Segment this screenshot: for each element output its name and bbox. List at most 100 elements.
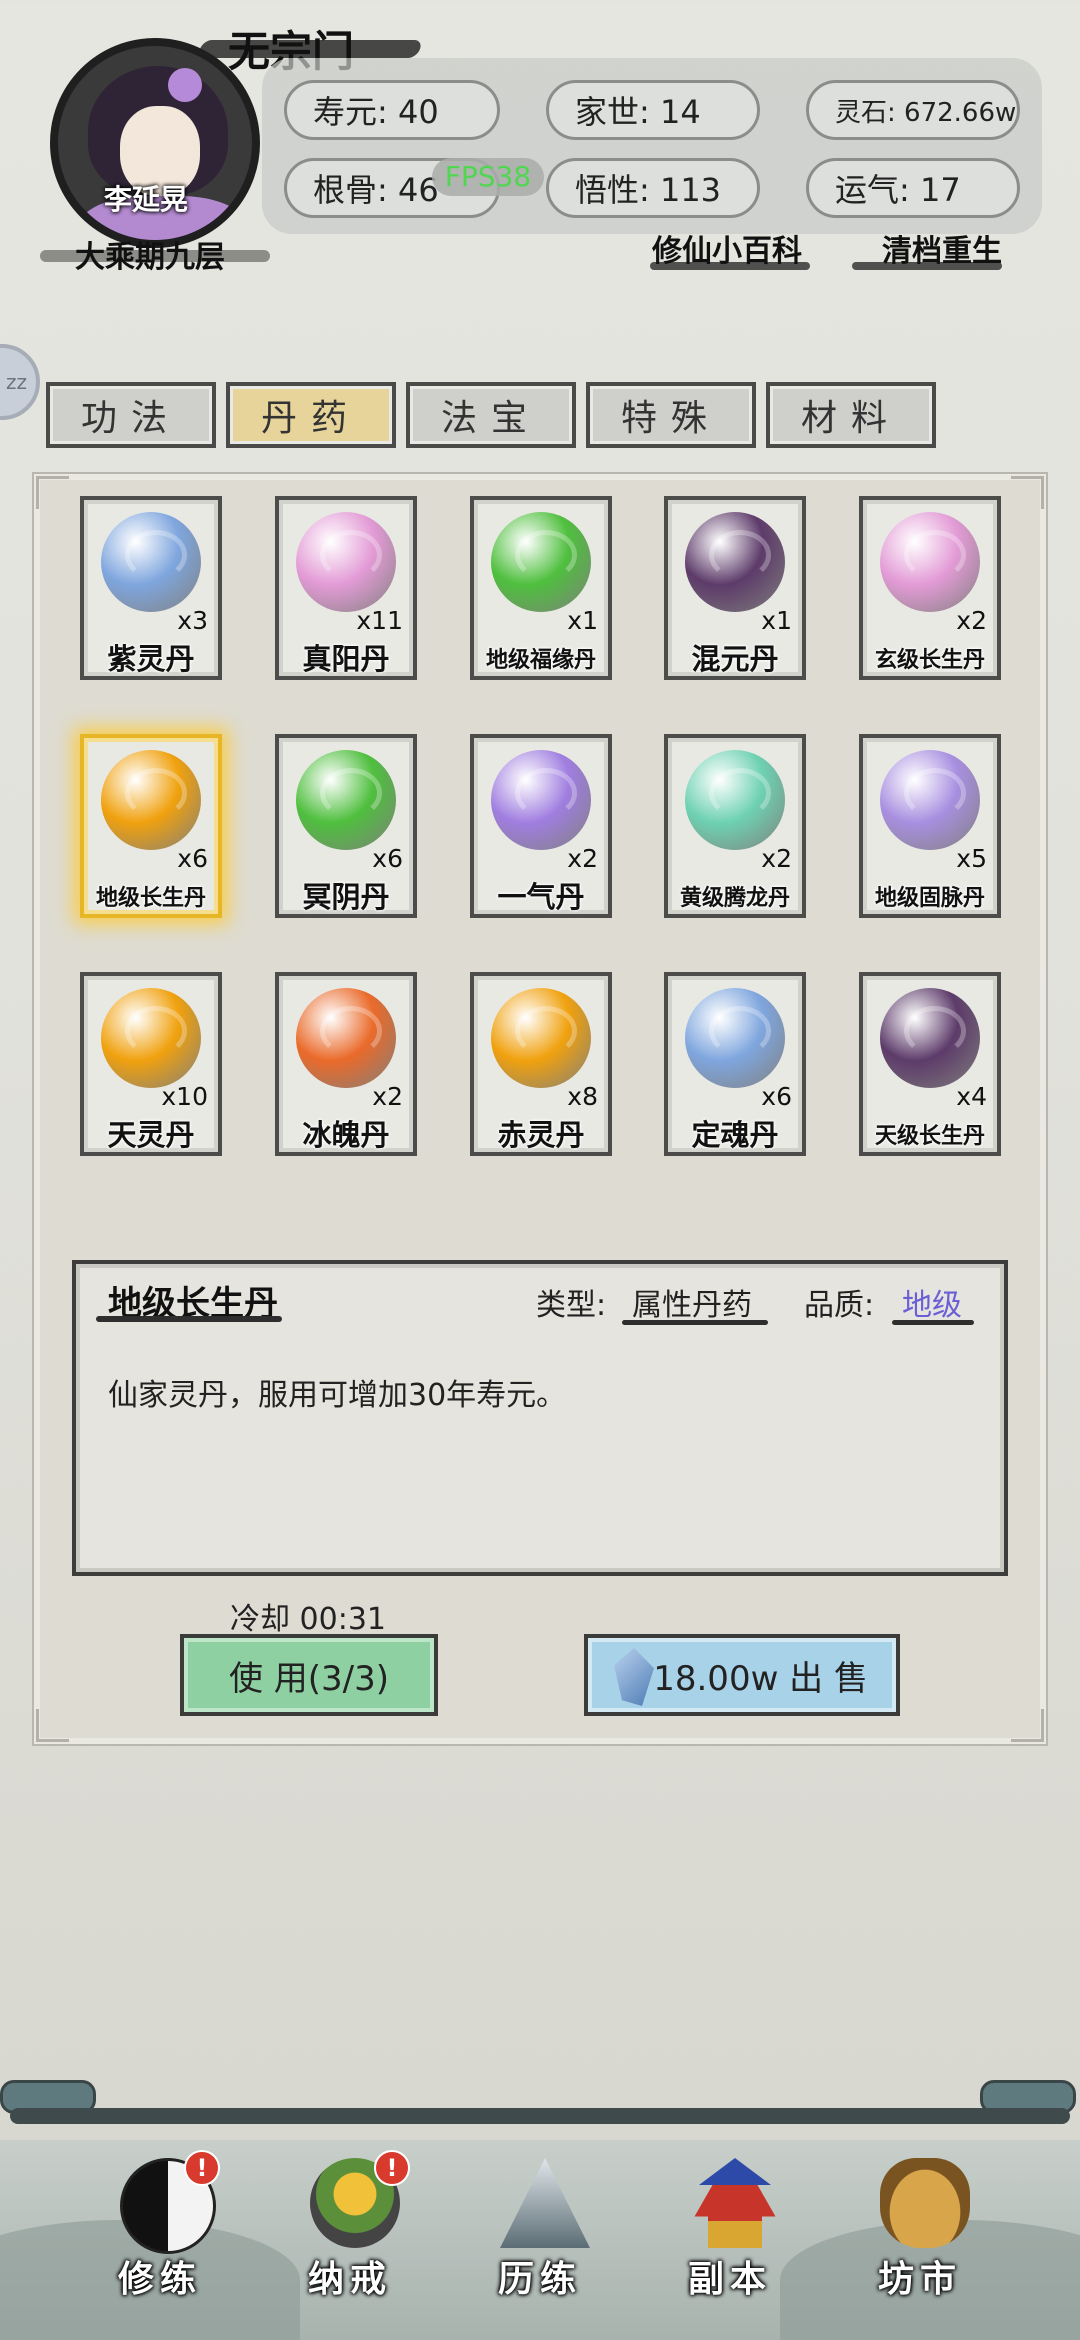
tab-pills[interactable]: 丹药	[226, 382, 396, 448]
tab-special[interactable]: 特殊	[586, 382, 756, 448]
alert-badge: !	[184, 2150, 220, 2186]
nav-label: 纳戒	[307, 2259, 392, 2300]
pill-item[interactable]: x2 冰魄丹	[275, 972, 417, 1156]
mountain-icon	[500, 2158, 590, 2248]
pill-quantity: x8	[567, 1082, 598, 1111]
sell-button[interactable]: 18.00w 出 售	[584, 1634, 900, 1716]
pill-orb-icon	[685, 750, 785, 850]
pill-quantity: x2	[372, 1082, 403, 1111]
pill-item[interactable]: x2 黄级腾龙丹	[664, 734, 806, 918]
pill-orb-icon	[296, 750, 396, 850]
pill-item[interactable]: x1 混元丹	[664, 496, 806, 680]
pill-quantity: x2	[761, 844, 792, 873]
tab-techniques[interactable]: 功法	[46, 382, 216, 448]
side-tab-label: zz	[6, 370, 27, 394]
nav-cauldron[interactable]: 坊市	[840, 2150, 1000, 2330]
pill-orb-icon	[491, 750, 591, 850]
nav-yin-yang[interactable]: ! 修练	[80, 2150, 240, 2330]
cauldron-icon	[880, 2158, 970, 2248]
pill-orb-icon	[101, 512, 201, 612]
pill-name: 定魂丹	[691, 1118, 779, 1152]
pill-name: 地级长生丹	[95, 886, 206, 911]
sell-button-label: 18.00w 出 售	[653, 1658, 868, 1699]
pill-quantity: x2	[956, 606, 987, 635]
stat-comprehension: 悟性: 113	[546, 158, 760, 218]
pill-name: 紫灵丹	[107, 642, 195, 676]
pill-item[interactable]: x8 赤灵丹	[470, 972, 612, 1156]
pill-quantity: x11	[356, 606, 403, 635]
pill-name: 黄级腾龙丹	[679, 886, 790, 911]
pill-name: 天灵丹	[107, 1118, 195, 1152]
pill-name: 真阳丹	[302, 642, 390, 676]
wiki-link[interactable]: 修仙小百科	[652, 226, 802, 270]
pill-name: 赤灵丹	[497, 1118, 585, 1152]
alert-badge: !	[374, 2150, 410, 2186]
use-button[interactable]: 使 用(3/3)	[180, 1634, 438, 1716]
stat-lifespan: 寿元: 40	[284, 80, 500, 140]
pill-quantity: x1	[567, 606, 598, 635]
fps-counter: FPS38	[432, 158, 544, 196]
reset-link[interactable]: 清档重生	[882, 226, 1002, 270]
pill-item[interactable]: x6 地级长生丹	[80, 734, 222, 918]
scroll-rod	[10, 2108, 1070, 2124]
detail-quality-label: 品质:	[804, 1288, 875, 1323]
nav-label: 历练	[497, 2259, 582, 2300]
pill-name: 地级福缘丹	[485, 648, 596, 673]
stat-luck: 运气: 17	[806, 158, 1020, 218]
pill-item[interactable]: x5 地级固脉丹	[859, 734, 1001, 918]
pill-name: 冥阴丹	[302, 880, 390, 914]
pill-item[interactable]: x6 定魂丹	[664, 972, 806, 1156]
stat-spirit-stones: 灵石: 672.66w	[806, 80, 1020, 140]
pill-quantity: x4	[956, 1082, 987, 1111]
pill-item[interactable]: x1 地级福缘丹	[470, 496, 612, 680]
pill-item[interactable]: x2 玄级长生丹	[859, 496, 1001, 680]
detail-description: 仙家灵丹，服用可增加30年寿元。	[108, 1378, 567, 1413]
pill-quantity: x6	[761, 1082, 792, 1111]
pill-item[interactable]: x6 冥阴丹	[275, 734, 417, 918]
pill-quantity: x5	[956, 844, 987, 873]
pill-item[interactable]: x2 一气丹	[470, 734, 612, 918]
nav-mountain[interactable]: 历练	[460, 2150, 620, 2330]
pill-quantity: x2	[567, 844, 598, 873]
stat-family: 家世: 14	[546, 80, 760, 140]
pill-item[interactable]: x4 天级长生丹	[859, 972, 1001, 1156]
pill-orb-icon	[880, 988, 980, 1088]
nav-pagoda[interactable]: 副本	[650, 2150, 810, 2330]
pill-orb-icon	[101, 988, 201, 1088]
spirit-crystal-icon	[614, 1648, 654, 1706]
pill-name: 冰魄丹	[302, 1118, 390, 1152]
nav-label: 副本	[687, 2259, 772, 2300]
pill-name: 天级长生丹	[874, 1124, 985, 1149]
pill-item[interactable]: x3 紫灵丹	[80, 496, 222, 680]
nav-label: 坊市	[877, 2259, 962, 2300]
pill-item[interactable]: x11 真阳丹	[275, 496, 417, 680]
detail-title-underline	[96, 1316, 282, 1322]
detail-quality-value: 地级	[902, 1288, 962, 1323]
pill-orb-icon	[685, 988, 785, 1088]
cooldown-timer: 冷却 00:31	[230, 1602, 386, 1637]
quality-underline	[892, 1320, 974, 1325]
nav-ring[interactable]: ! 纳戒	[270, 2150, 430, 2330]
pill-orb-icon	[880, 512, 980, 612]
pill-name: 玄级长生丹	[874, 648, 985, 673]
pill-orb-icon	[491, 988, 591, 1088]
pill-orb-icon	[101, 750, 201, 850]
item-detail-box: 地级长生丹 类型: 属性丹药 品质: 地级 仙家灵丹，服用可增加30年寿元。	[72, 1260, 1008, 1576]
pill-quantity: x10	[161, 1082, 208, 1111]
pill-name: 一气丹	[497, 880, 585, 914]
cultivation-realm: 大乘期九层	[75, 240, 225, 275]
pill-name: 混元丹	[691, 642, 779, 676]
character-name: 李延晃	[104, 183, 189, 216]
side-collapse-tab[interactable]: zz	[0, 344, 40, 420]
tab-artifacts[interactable]: 法宝	[406, 382, 576, 448]
tab-materials[interactable]: 材料	[766, 382, 936, 448]
type-underline	[622, 1320, 768, 1325]
pill-orb-icon	[685, 512, 785, 612]
pill-quantity: x6	[177, 844, 208, 873]
pill-orb-icon	[491, 512, 591, 612]
pill-orb-icon	[880, 750, 980, 850]
hair-ornament-icon	[168, 68, 202, 102]
pill-quantity: x6	[372, 844, 403, 873]
pill-item[interactable]: x10 天灵丹	[80, 972, 222, 1156]
detail-type-value: 属性丹药	[632, 1288, 752, 1323]
